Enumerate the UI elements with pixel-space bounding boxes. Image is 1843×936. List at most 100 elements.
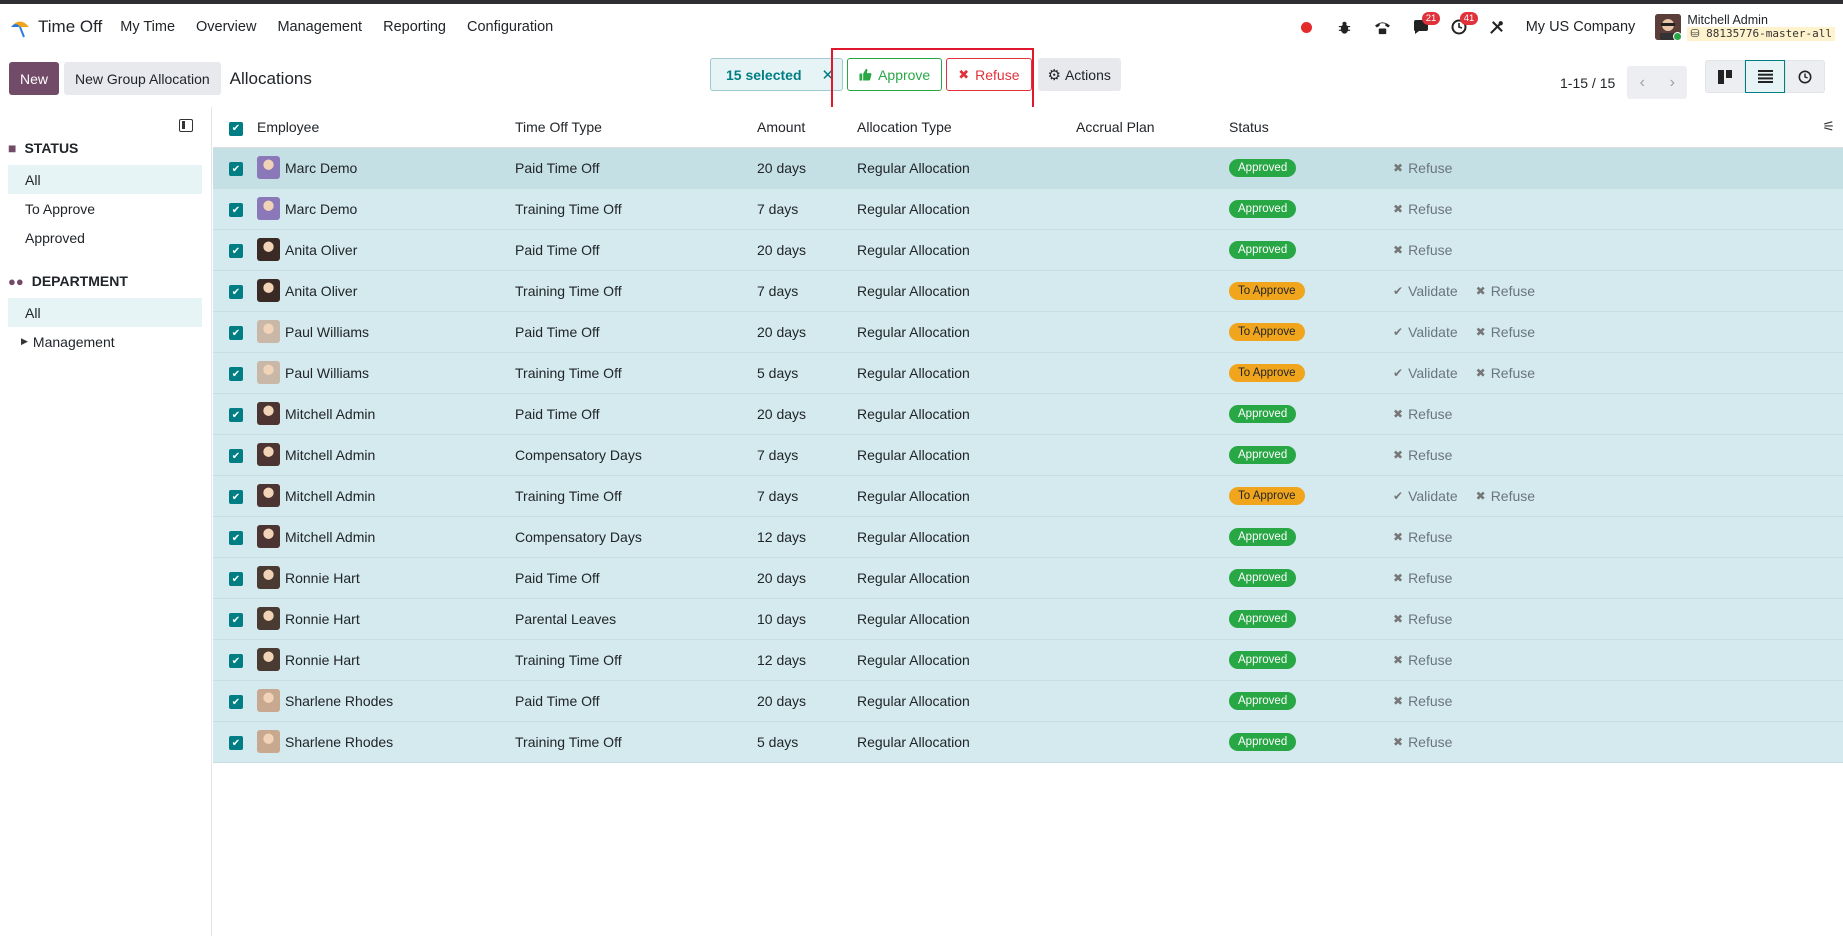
column-allocation-type[interactable]: Allocation Type [857, 107, 1076, 148]
list-view-icon[interactable] [1745, 60, 1785, 93]
validate-button[interactable]: ✔ Validate [1393, 488, 1458, 504]
table-row[interactable]: ✔ Anita Oliver Paid Time Off 20 days Regular… [213, 229, 1843, 271]
row-checkbox[interactable]: ✔ [229, 490, 243, 505]
tools-icon[interactable] [1488, 18, 1506, 36]
table-row[interactable]: ✔ Paul Williams Paid Time Off 20 days Regula… [213, 311, 1843, 353]
status-filter-approved[interactable]: Approved [8, 223, 202, 252]
row-checkbox[interactable]: ✔ [229, 408, 243, 423]
row-checkbox[interactable]: ✔ [229, 654, 243, 669]
row-refuse-button[interactable]: ✖ Refuse [1393, 611, 1452, 627]
row-refuse-button[interactable]: ✖ Refuse [1393, 242, 1452, 258]
status-filter-all[interactable]: All [8, 165, 202, 194]
table-row[interactable]: ✔ Paul Williams Training Time Off 5 days Reg… [213, 352, 1843, 394]
accrual-plan-cell [1076, 188, 1229, 230]
pager: 1-15 / 15 ‹ › [1560, 66, 1688, 99]
select-all-checkbox[interactable]: ✔ [229, 121, 243, 136]
row-checkbox[interactable]: ✔ [229, 613, 243, 628]
row-checkbox[interactable]: ✔ [229, 736, 243, 751]
table-row[interactable]: ✔ Sharlene Rhodes Training Time Off 5 days R… [213, 721, 1843, 763]
row-refuse-button[interactable]: ✖ Refuse [1393, 529, 1452, 545]
recording-icon[interactable] [1298, 18, 1316, 36]
row-refuse-button[interactable]: ✖ Refuse [1476, 283, 1535, 299]
menu-overview[interactable]: Overview [196, 19, 256, 35]
status-filter-to-approve[interactable]: To Approve [8, 194, 202, 223]
row-checkbox[interactable]: ✔ [229, 285, 243, 300]
row-refuse-button[interactable]: ✖ Refuse [1393, 570, 1452, 586]
table-row[interactable]: ✔ Ronnie Hart Paid Time Off 20 days Regular … [213, 557, 1843, 599]
validate-button[interactable]: ✔ Validate [1393, 283, 1458, 299]
row-checkbox[interactable]: ✔ [229, 531, 243, 546]
menu-configuration[interactable]: Configuration [467, 19, 553, 35]
new-group-allocation-button[interactable]: New Group Allocation [64, 62, 221, 95]
row-refuse-button[interactable]: ✖ Refuse [1476, 488, 1535, 504]
table-row[interactable]: ✔ Mitchell Admin Paid Time Off 20 days Regul… [213, 393, 1843, 435]
row-refuse-button[interactable]: ✖ Refuse [1476, 324, 1535, 340]
column-time-off-type[interactable]: Time Off Type [515, 107, 757, 148]
activity-view-clock-icon[interactable] [1785, 60, 1825, 93]
column-amount[interactable]: Amount [757, 107, 857, 148]
caret-right-icon[interactable]: ▶ [21, 336, 28, 347]
row-refuse-button[interactable]: ✖ Refuse [1476, 365, 1535, 381]
unselect-all-close-icon[interactable]: ✕ [822, 66, 835, 84]
app-brand[interactable]: Time Off [8, 15, 102, 39]
table-row[interactable]: ✔ Ronnie Hart Training Time Off 12 days Regu… [213, 639, 1843, 681]
row-refuse-button[interactable]: ✖ Refuse [1393, 652, 1452, 668]
menu-reporting[interactable]: Reporting [383, 19, 446, 35]
activities-clock-icon[interactable]: 41 [1450, 12, 1479, 36]
column-status[interactable]: Status [1229, 107, 1393, 148]
approve-button[interactable]: Approve [847, 58, 943, 91]
row-checkbox[interactable]: ✔ [229, 367, 243, 382]
phone-icon[interactable] [1374, 18, 1392, 36]
user-menu[interactable]: Mitchell Admin ⛁ 88135776-master-all [1655, 13, 1835, 41]
row-checkbox[interactable]: ✔ [229, 244, 243, 259]
row-refuse-button[interactable]: ✖ Refuse [1393, 201, 1452, 217]
row-checkbox[interactable]: ✔ [229, 449, 243, 464]
messages-icon[interactable]: 21 [1412, 12, 1441, 36]
row-refuse-button[interactable]: ✖ Refuse [1393, 447, 1452, 463]
actions-button[interactable]: ⚙ Actions [1037, 58, 1121, 91]
row-checkbox[interactable]: ✔ [229, 572, 243, 587]
selected-count-chip[interactable]: 15 selected ✕ [710, 58, 844, 91]
kanban-view-icon[interactable] [1705, 60, 1745, 93]
table-row[interactable]: ✔ Marc Demo Training Time Off 7 days Regular… [213, 188, 1843, 230]
validate-button[interactable]: ✔ Validate [1393, 324, 1458, 340]
menu-my-time[interactable]: My Time [120, 19, 175, 35]
department-filter-all[interactable]: All [8, 298, 202, 327]
row-refuse-button[interactable]: ✖ Refuse [1393, 693, 1452, 709]
new-button[interactable]: New [9, 62, 60, 95]
validate-button[interactable]: ✔ Validate [1393, 365, 1458, 381]
row-checkbox[interactable]: ✔ [229, 326, 243, 341]
pager-previous-chevron-left-icon[interactable]: ‹ [1627, 66, 1658, 99]
toggle-panel-icon[interactable] [179, 119, 193, 132]
department-filter-management[interactable]: ▶ Management [8, 327, 202, 356]
company-switcher[interactable]: My US Company [1526, 19, 1636, 35]
accrual-plan-cell [1076, 639, 1229, 681]
table-row[interactable]: ✔ Sharlene Rhodes Paid Time Off 20 days Regu… [213, 680, 1843, 722]
debug-bug-icon[interactable] [1336, 18, 1354, 36]
table-row[interactable]: ✔ Ronnie Hart Parental Leaves 10 days Regula… [213, 598, 1843, 640]
pager-value[interactable]: 1-15 / 15 [1560, 75, 1615, 91]
table-row[interactable]: ✔ Mitchell Admin Compensatory Days 7 days Re… [213, 434, 1843, 476]
allocation-type-cell: Regular Allocation [857, 270, 1076, 312]
table-row[interactable]: ✔ Anita Oliver Training Time Off 7 days Regu… [213, 270, 1843, 312]
row-refuse-button[interactable]: ✖ Refuse [1393, 160, 1452, 176]
table-row[interactable]: ✔ Mitchell Admin Training Time Off 7 days Re… [213, 475, 1843, 517]
column-employee[interactable]: Employee [257, 107, 515, 148]
status-badge: Approved [1229, 692, 1297, 710]
row-checkbox[interactable]: ✔ [229, 162, 243, 177]
optional-columns-sliders-icon[interactable]: ⚟ [1822, 118, 1835, 134]
row-checkbox[interactable]: ✔ [229, 695, 243, 710]
row-checkbox[interactable]: ✔ [229, 203, 243, 218]
time-off-type-cell: Training Time Off [515, 721, 757, 763]
refuse-button[interactable]: ✖ Refuse [946, 58, 1032, 91]
row-refuse-button[interactable]: ✖ Refuse [1393, 406, 1452, 422]
table-row[interactable]: ✔ Marc Demo Paid Time Off 20 days Regular Al… [213, 147, 1843, 189]
column-accrual-plan[interactable]: Accrual Plan [1076, 107, 1229, 148]
allocation-type-cell: Regular Allocation [857, 475, 1076, 517]
menu-management[interactable]: Management [277, 19, 362, 35]
row-refuse-button[interactable]: ✖ Refuse [1393, 734, 1452, 750]
employee-avatar [257, 484, 280, 507]
table-row[interactable]: ✔ Mitchell Admin Compensatory Days 12 days R… [213, 516, 1843, 558]
time-off-type-cell: Paid Time Off [515, 229, 757, 271]
pager-next-chevron-right-icon[interactable]: › [1657, 66, 1688, 99]
